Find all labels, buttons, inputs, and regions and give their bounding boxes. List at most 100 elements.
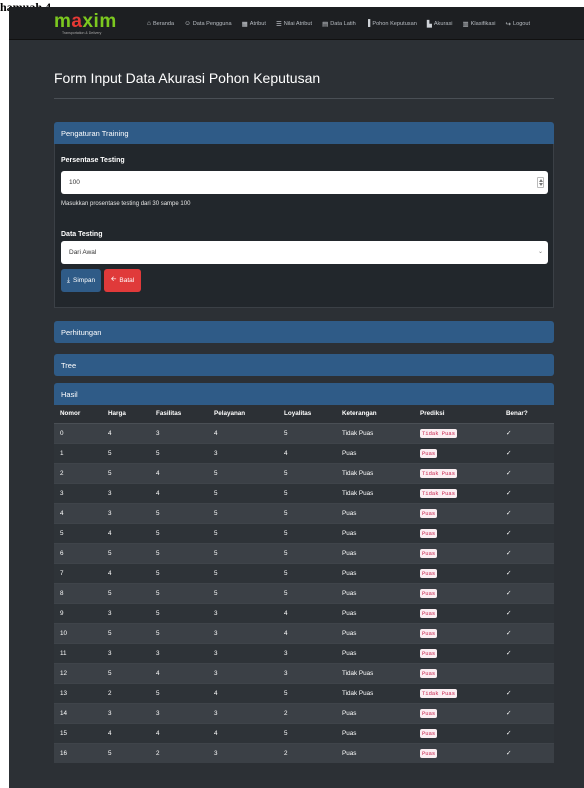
table-cell: 3 <box>208 642 278 663</box>
prediction-badge: Puas <box>420 708 438 718</box>
column-header[interactable]: Keterangan <box>336 405 414 424</box>
table-cell: ✓ <box>500 622 554 643</box>
table-cell: 5 <box>150 582 208 603</box>
prediction-badge: Puas <box>420 608 438 618</box>
data-testing-select[interactable]: Dari Awal ⌄ <box>61 241 548 264</box>
training-panel-body: Persentase Testing 100 Masukkan prosenta… <box>54 144 554 308</box>
table-cell: Tidak Puas <box>336 462 414 483</box>
table-cell: Puas <box>336 722 414 743</box>
table-cell: Puas <box>414 542 500 563</box>
table-cell: 3 <box>54 482 102 503</box>
nav-item-label: Logout <box>512 20 531 27</box>
results-table: Nomor Harga Fasilitas Pelayanan Loyalitas Ket… <box>54 405 554 763</box>
table-cell: Puas <box>336 602 414 623</box>
table-cell: 4 <box>150 462 208 483</box>
table-cell: 5 <box>150 682 208 703</box>
app-window: maxim Transportation & Delivery ⌂ Beranda… <box>9 7 584 788</box>
nav-item-akurasi[interactable]: ▙ Akurasi <box>427 20 453 28</box>
perhitungan-panel-header[interactable]: Perhitungan <box>54 321 554 343</box>
table-cell: 3 <box>102 482 150 503</box>
table-cell: 5 <box>208 582 278 603</box>
brand-logo[interactable]: maxim Transportation & Delivery <box>54 12 138 36</box>
table-cell: 3 <box>150 702 208 723</box>
column-header[interactable]: Benar? <box>500 405 554 424</box>
table-row: 7 4 5 5 5 Puas Puas ✓ <box>54 562 554 583</box>
prediction-badge: Puas <box>420 728 438 738</box>
table-cell: 5 <box>278 562 336 583</box>
prediction-badge: Puas <box>420 628 438 638</box>
table-cell: ✓ <box>500 722 554 743</box>
table-cell: Tidak Puas <box>336 682 414 703</box>
table-cell: ✓ <box>500 422 554 443</box>
table-cell: 4 <box>150 722 208 743</box>
logo-wordmark: maxim <box>54 11 117 32</box>
column-header[interactable]: Prediksi <box>414 405 500 424</box>
number-spinner-icon[interactable] <box>537 177 544 188</box>
save-button[interactable]: ⤓ Simpan <box>61 269 101 292</box>
table-cell: 13 <box>54 682 102 703</box>
nav-item-label: Data Latih <box>330 20 356 27</box>
table-cell: 5 <box>278 462 336 483</box>
table-cell: ✓ <box>500 562 554 583</box>
table-cell: 4 <box>278 622 336 643</box>
tree-panel-header[interactable]: Tree <box>54 354 554 376</box>
table-cell: Tidak Puas <box>414 422 500 443</box>
table-cell: 5 <box>150 502 208 523</box>
table-cell: 3 <box>208 662 278 683</box>
chart-icon: ▙ <box>426 20 432 28</box>
table-cell: 11 <box>54 642 102 663</box>
table-cell: ✓ <box>500 462 554 483</box>
nav-item-data-pengguna[interactable]: ☺ Data Pengguna <box>184 20 232 27</box>
table-cell: Puas <box>414 642 500 663</box>
column-header[interactable]: Nomor <box>54 405 102 424</box>
testing-percentage-input[interactable]: 100 <box>61 171 548 194</box>
table-cell: Puas <box>336 742 414 763</box>
page-title: Form Input Data Akurasi Pohon Keputusan <box>54 70 321 86</box>
column-header[interactable]: Pelayanan <box>208 405 278 424</box>
table-row: 12 5 4 3 3 Tidak Puas Puas <box>54 662 554 683</box>
table-cell: Puas <box>414 722 500 743</box>
data-testing-label: Data Testing <box>61 231 103 238</box>
prediction-badge: Puas <box>420 508 438 518</box>
table-cell: 5 <box>102 622 150 643</box>
hasil-panel-header: Hasil <box>54 383 554 405</box>
table-cell: 5 <box>102 742 150 763</box>
column-header[interactable]: Fasilitas <box>150 405 208 424</box>
table-cell: 0 <box>54 422 102 443</box>
nav-item-atribut[interactable]: ▦ Atribut <box>242 20 266 28</box>
table-cell: 5 <box>150 602 208 623</box>
table-cell: 4 <box>208 722 278 743</box>
user-icon: ☺ <box>184 20 191 27</box>
table-cell: 5 <box>278 482 336 503</box>
table-row: 8 5 5 5 5 Puas Puas ✓ <box>54 582 554 603</box>
table-cell: 5 <box>208 542 278 563</box>
column-header[interactable]: Loyalitas <box>278 405 336 424</box>
nav-item-logout[interactable]: ↪ Logout <box>506 20 531 28</box>
table-cell: 4 <box>102 562 150 583</box>
table-cell: 5 <box>102 582 150 603</box>
prediction-badge: Puas <box>420 748 438 758</box>
table-row: 9 3 5 3 4 Puas Puas ✓ <box>54 602 554 623</box>
table-cell: 2 <box>278 742 336 763</box>
nav-item-beranda[interactable]: ⌂ Beranda <box>147 20 174 27</box>
prediction-badge: Puas <box>420 588 438 598</box>
table-cell: 12 <box>54 662 102 683</box>
table-icon: ▤ <box>322 20 329 28</box>
prediction-badge: Puas <box>420 528 438 538</box>
table-cell: 5 <box>208 562 278 583</box>
table-row: 2 5 4 5 5 Tidak Puas Tidak Puas ✓ <box>54 462 554 483</box>
prediction-badge: Tidak Puas <box>420 468 458 478</box>
table-cell: 4 <box>278 602 336 623</box>
testing-percentage-value: 100 <box>69 179 80 186</box>
nav-item-label: Nilai Atribut <box>283 20 313 27</box>
table-cell: 5 <box>278 542 336 563</box>
table-row: 10 5 5 3 4 Puas Puas ✓ <box>54 622 554 643</box>
main-nav: ⌂ Beranda ☺ Data Pengguna ▦ Atribut ☰ Nilai Atr… <box>147 7 540 40</box>
column-header[interactable]: Harga <box>102 405 150 424</box>
nav-item-nilai-atribut[interactable]: ☰ Nilai Atribut <box>276 20 312 28</box>
cancel-button[interactable]: 🡨 Batal <box>104 269 141 292</box>
nav-item-data-latih[interactable]: ▤ Data Latih <box>322 20 356 28</box>
table-cell: ✓ <box>500 602 554 623</box>
nav-item-pohon-keputusan[interactable]: ▐ Pohon Keputusan <box>366 20 417 27</box>
nav-item-klasifikasi[interactable]: ▥ Klasifikasi <box>462 20 495 28</box>
